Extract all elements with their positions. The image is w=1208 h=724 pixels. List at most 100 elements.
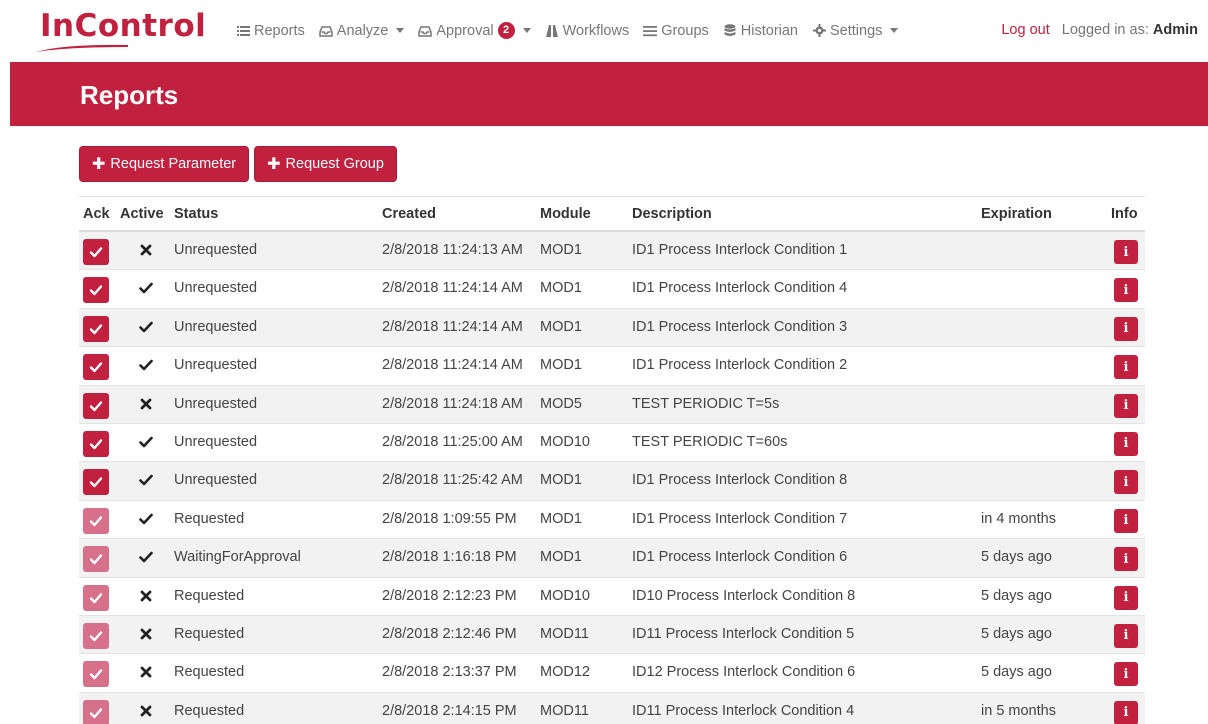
info-button[interactable]: i bbox=[1114, 355, 1138, 380]
info-button[interactable]: i bbox=[1114, 316, 1138, 341]
info-button[interactable]: i bbox=[1114, 431, 1138, 456]
chevron-down-icon bbox=[522, 28, 531, 33]
table-row: Unrequested 2/8/2018 11:24:14 AM MOD1 ID1 P… bbox=[79, 308, 1145, 348]
cell-expiration: 5 days ago bbox=[981, 549, 1052, 566]
header-description[interactable]: Description bbox=[632, 206, 712, 222]
active-check-icon bbox=[139, 511, 153, 527]
nav-approval[interactable]: Approval 2 bbox=[418, 22, 531, 39]
table-row: Requested 2/8/2018 1:09:55 PM MOD1 ID1 Proc… bbox=[79, 501, 1145, 540]
cell-description: ID1 Process Interlock Condition 8 bbox=[632, 472, 848, 489]
header-created[interactable]: Created bbox=[382, 206, 436, 222]
info-icon: i bbox=[1123, 628, 1129, 644]
info-button[interactable]: i bbox=[1114, 240, 1138, 264]
cell-created: 2/8/2018 2:12:23 PM bbox=[382, 587, 517, 604]
header-active[interactable]: Active bbox=[120, 206, 164, 222]
ack-checkbox[interactable] bbox=[83, 546, 109, 573]
info-icon: i bbox=[1123, 551, 1129, 567]
nav-historian[interactable]: Historian bbox=[723, 23, 798, 39]
cell-description: ID1 Process Interlock Condition 7 bbox=[632, 510, 848, 527]
info-button[interactable]: i bbox=[1114, 623, 1138, 648]
ack-checkbox[interactable] bbox=[83, 354, 109, 381]
toolbar: ✚ Request Parameter ✚ Request Group bbox=[79, 146, 402, 182]
ack-checkbox[interactable] bbox=[83, 584, 109, 611]
table-row: Requested 2/8/2018 2:14:15 PM MOD11 ID11 Pr… bbox=[79, 692, 1145, 724]
cell-expiration: in 4 months bbox=[981, 510, 1056, 527]
check-icon bbox=[89, 437, 103, 451]
active-check-icon bbox=[139, 549, 153, 565]
cell-expiration: 5 days ago bbox=[981, 587, 1052, 604]
info-icon: i bbox=[1123, 398, 1129, 414]
nav-reports[interactable]: Reports bbox=[236, 23, 305, 39]
info-icon: i bbox=[1123, 590, 1129, 606]
cell-created: 2/8/2018 2:13:37 PM bbox=[382, 664, 517, 681]
active-check-icon bbox=[139, 319, 153, 335]
info-button[interactable]: i bbox=[1114, 585, 1138, 610]
ack-checkbox[interactable] bbox=[83, 277, 109, 304]
info-icon: i bbox=[1123, 321, 1129, 337]
nav-workflows[interactable]: Workflows bbox=[545, 23, 629, 39]
ack-checkbox[interactable] bbox=[83, 661, 109, 688]
ack-checkbox[interactable] bbox=[83, 507, 109, 534]
cell-created: 2/8/2018 1:09:55 PM bbox=[382, 510, 517, 527]
info-icon: i bbox=[1123, 705, 1129, 721]
brand-name: InControl bbox=[40, 8, 207, 44]
ack-checkbox[interactable] bbox=[83, 430, 109, 457]
brand-swoosh-icon bbox=[36, 44, 128, 52]
cell-created: 2/8/2018 11:24:14 AM bbox=[382, 318, 523, 335]
cell-module: MOD10 bbox=[540, 433, 590, 450]
header-expiration[interactable]: Expiration bbox=[981, 206, 1052, 222]
check-icon bbox=[89, 399, 103, 413]
active-check-icon bbox=[139, 472, 153, 488]
header-status[interactable]: Status bbox=[174, 206, 218, 222]
check-icon bbox=[89, 245, 103, 259]
check-icon bbox=[89, 475, 103, 489]
nav-analyze[interactable]: Analyze bbox=[319, 23, 405, 39]
nav-settings[interactable]: Settings bbox=[812, 23, 899, 39]
header-module[interactable]: Module bbox=[540, 206, 591, 222]
cell-created: 2/8/2018 11:24:13 AM bbox=[382, 242, 523, 258]
cell-module: MOD1 bbox=[540, 510, 582, 527]
reports-table: Ack Active Status Created Module Descrip… bbox=[79, 196, 1145, 724]
table-row: Unrequested 2/8/2018 11:24:18 AM MOD5 TEST … bbox=[79, 385, 1145, 424]
cell-created: 2/8/2018 11:25:42 AM bbox=[382, 472, 523, 489]
logout-link[interactable]: Log out bbox=[1001, 22, 1049, 38]
request-parameter-button[interactable]: ✚ Request Parameter bbox=[79, 146, 250, 182]
nav-reports-label: Reports bbox=[254, 22, 305, 39]
cell-description: TEST PERIODIC T=5s bbox=[632, 395, 780, 412]
cell-module: MOD1 bbox=[540, 357, 582, 374]
info-button[interactable]: i bbox=[1114, 508, 1138, 533]
info-button[interactable]: i bbox=[1114, 470, 1138, 495]
cell-status: Requested bbox=[174, 625, 245, 642]
cell-status: Requested bbox=[174, 510, 245, 527]
ack-checkbox[interactable] bbox=[83, 392, 109, 419]
cell-module: MOD1 bbox=[540, 242, 582, 258]
ack-checkbox[interactable] bbox=[83, 622, 109, 649]
info-button[interactable]: i bbox=[1114, 278, 1138, 303]
logged-in-prefix: Logged in as: bbox=[1061, 22, 1149, 38]
header-info[interactable]: Info bbox=[1111, 206, 1138, 222]
info-button[interactable]: i bbox=[1114, 547, 1138, 572]
cell-description: ID11 Process Interlock Condition 4 bbox=[632, 702, 855, 719]
info-icon: i bbox=[1123, 474, 1129, 490]
inbox-icon bbox=[418, 24, 433, 38]
cell-status: Requested bbox=[174, 702, 245, 719]
ack-checkbox[interactable] bbox=[83, 315, 109, 342]
info-button[interactable]: i bbox=[1114, 662, 1138, 687]
table-row: WaitingForApproval 2/8/2018 1:16:18 PM MOD… bbox=[79, 539, 1145, 578]
cell-description: ID1 Process Interlock Condition 1 bbox=[632, 242, 848, 258]
info-button[interactable]: i bbox=[1114, 393, 1138, 418]
info-button[interactable]: i bbox=[1114, 700, 1138, 724]
cell-description: ID1 Process Interlock Condition 2 bbox=[632, 357, 848, 374]
nav-groups[interactable]: Groups bbox=[643, 23, 709, 39]
active-check-icon bbox=[139, 434, 153, 450]
ack-checkbox[interactable] bbox=[83, 469, 109, 496]
header-ack[interactable]: Ack bbox=[83, 206, 110, 222]
ack-checkbox[interactable] bbox=[83, 239, 109, 265]
table-row: Requested 2/8/2018 2:12:23 PM MOD10 ID10 Pr… bbox=[79, 578, 1145, 616]
cell-created: 2/8/2018 1:16:18 PM bbox=[382, 549, 517, 566]
ack-checkbox[interactable] bbox=[83, 699, 109, 724]
plus-icon: ✚ bbox=[92, 156, 106, 173]
request-group-button[interactable]: ✚ Request Group bbox=[254, 146, 397, 182]
cell-module: MOD1 bbox=[540, 472, 582, 489]
navbar: InControl Reports Analyze Approval 2 Wor… bbox=[0, 0, 1208, 62]
